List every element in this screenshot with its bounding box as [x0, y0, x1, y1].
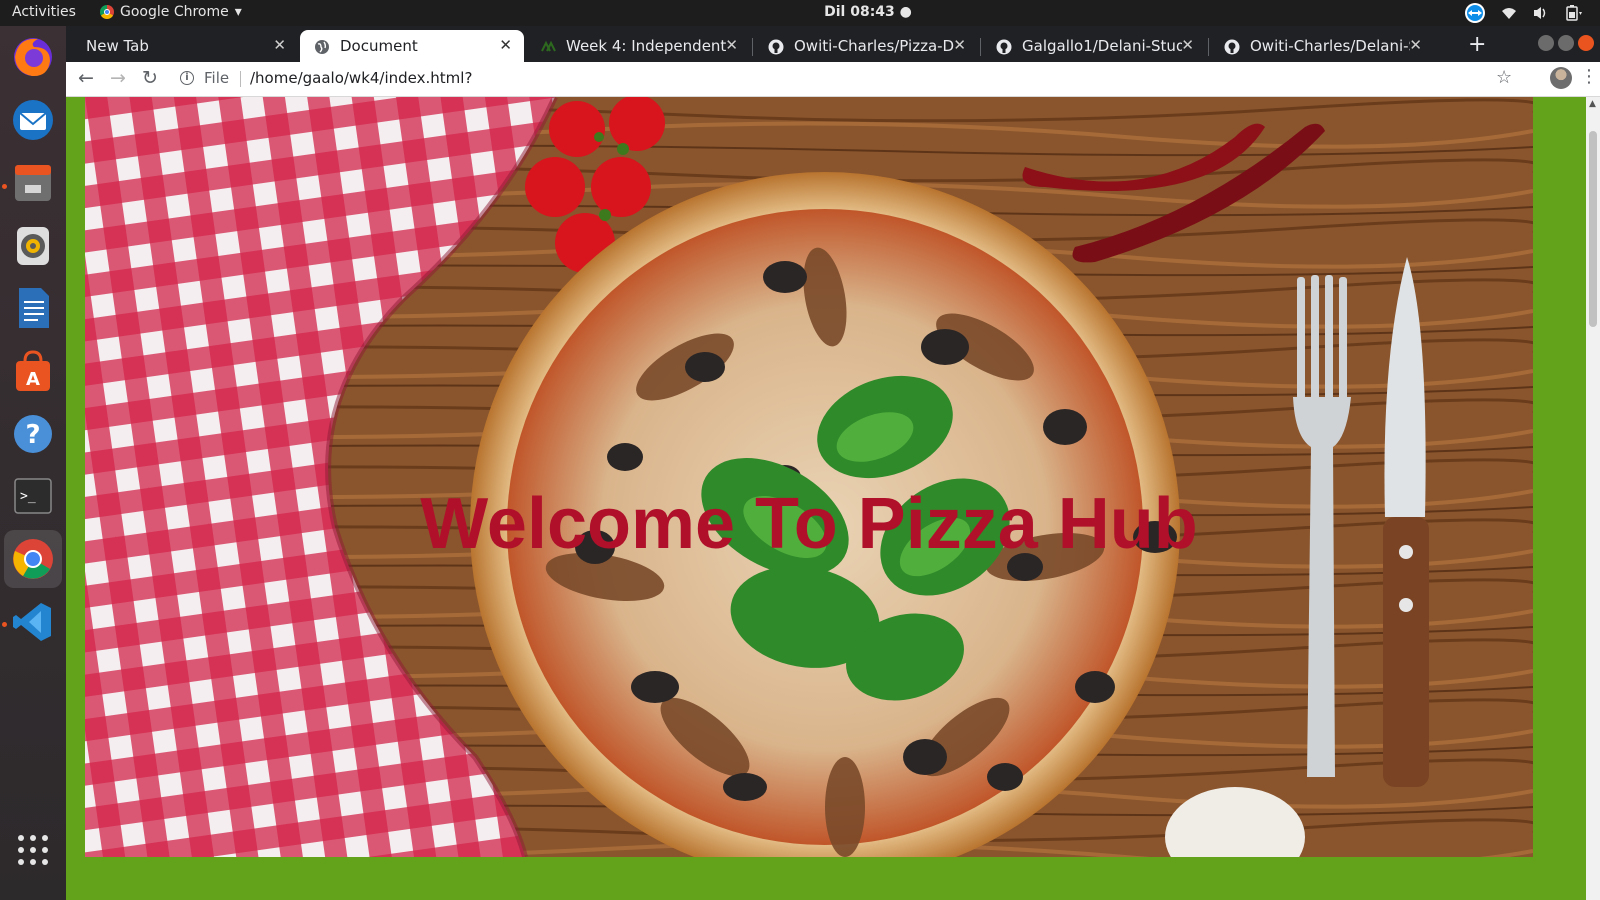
tab-title: Owiti-Charles/Delani-St: [1250, 37, 1410, 55]
tab-new-tab[interactable]: New Tab ✕: [66, 30, 298, 62]
teamviewer-icon[interactable]: [1464, 2, 1486, 24]
scroll-up-arrow-icon[interactable]: ▲: [1589, 99, 1596, 109]
writer-icon[interactable]: [9, 284, 57, 332]
close-icon[interactable]: ✕: [1181, 36, 1194, 54]
tab-title: Week 4: Independent Pr: [566, 37, 726, 55]
tab-title: Galgallo1/Delani-Studio: [1022, 37, 1182, 55]
github-icon: [1224, 39, 1240, 55]
close-icon[interactable]: ✕: [499, 36, 512, 54]
reload-button[interactable]: ↻: [142, 67, 158, 89]
thunderbird-icon[interactable]: [9, 96, 57, 144]
chrome-icon[interactable]: [4, 530, 62, 588]
close-icon[interactable]: ✕: [953, 36, 966, 54]
moodle-icon: [541, 40, 556, 52]
github-icon: [996, 39, 1012, 55]
svg-text:>_: >_: [20, 489, 36, 504]
help-icon[interactable]: ?: [9, 410, 57, 458]
address-bar[interactable]: i File /home/gaalo/wk4/index.html?: [172, 65, 1482, 93]
hero-section: Welcome To Pizza Hub: [85, 97, 1533, 857]
vertical-scrollbar[interactable]: ▲: [1586, 97, 1600, 900]
tab-week4[interactable]: Week 4: Independent Pr ✕: [526, 30, 750, 62]
scroll-thumb[interactable]: [1589, 131, 1597, 327]
browser-toolbar: ← → ↻ i File /home/gaalo/wk4/index.html?…: [66, 62, 1600, 97]
tab-title: Document: [340, 37, 418, 55]
volume-icon[interactable]: [1532, 5, 1550, 21]
system-tray[interactable]: [1464, 2, 1584, 24]
tab-title: New Tab: [86, 37, 149, 55]
bookmark-star-icon[interactable]: ☆: [1496, 67, 1512, 88]
running-indicator: [2, 184, 7, 189]
tab-strip: New Tab ✕ Document ✕ Week 4: Independent…: [66, 26, 1600, 62]
running-indicator: [2, 622, 7, 627]
page-viewport: Welcome To Pizza Hub: [66, 97, 1586, 900]
files-icon[interactable]: [9, 158, 57, 206]
minimize-button[interactable]: [1538, 35, 1554, 51]
window-controls: [1538, 35, 1594, 51]
firefox-icon[interactable]: [9, 32, 57, 80]
close-icon[interactable]: ✕: [273, 36, 286, 54]
tab-separator: [1208, 38, 1209, 56]
tab-separator: [980, 38, 981, 56]
close-window-button[interactable]: [1578, 35, 1594, 51]
back-button[interactable]: ←: [78, 67, 94, 89]
forward-button[interactable]: →: [110, 67, 126, 89]
url-text[interactable]: /home/gaalo/wk4/index.html?: [250, 69, 472, 87]
software-center-icon[interactable]: A: [9, 348, 57, 396]
hero-title: Welcome To Pizza Hub: [420, 484, 1198, 564]
terminal-icon[interactable]: >_: [9, 472, 57, 520]
new-tab-button[interactable]: +: [1468, 32, 1486, 57]
dock: A ? >_: [0, 26, 66, 900]
svg-text:A: A: [26, 369, 40, 390]
close-icon[interactable]: ✕: [1409, 36, 1422, 54]
tab-delani-studio-owiti[interactable]: Owiti-Charles/Delani-St ✕: [1210, 30, 1434, 62]
divider: [240, 71, 241, 87]
avatar[interactable]: [1550, 67, 1572, 89]
rhythmbox-icon[interactable]: [9, 222, 57, 270]
clock[interactable]: Dil 08:43 ●: [0, 4, 1600, 20]
close-icon[interactable]: ✕: [725, 36, 738, 54]
wifi-icon[interactable]: [1500, 5, 1518, 21]
scheme-label: File: [204, 69, 230, 87]
maximize-button[interactable]: [1558, 35, 1574, 51]
globe-icon: [315, 40, 329, 54]
tab-pizza-deli[interactable]: Owiti-Charles/Pizza-Deli ✕: [754, 30, 978, 62]
show-apps-icon[interactable]: [9, 826, 57, 874]
info-icon[interactable]: i: [180, 71, 194, 85]
browser-window: New Tab ✕ Document ✕ Week 4: Independent…: [66, 26, 1600, 900]
svg-text:?: ?: [25, 420, 40, 450]
system-top-bar: Activities Google Chrome ▾ Dil 08:43 ●: [0, 0, 1600, 26]
tab-delani-studio-galgallo[interactable]: Galgallo1/Delani-Studio ✕: [982, 30, 1206, 62]
tab-document[interactable]: Document ✕: [300, 30, 524, 62]
battery-icon[interactable]: [1564, 5, 1584, 21]
github-icon: [768, 39, 784, 55]
vscode-icon[interactable]: [9, 598, 57, 646]
tab-title: Owiti-Charles/Pizza-Deli: [794, 37, 954, 55]
kebab-menu-icon[interactable]: ⋮: [1580, 66, 1598, 87]
tab-separator: [752, 38, 753, 56]
